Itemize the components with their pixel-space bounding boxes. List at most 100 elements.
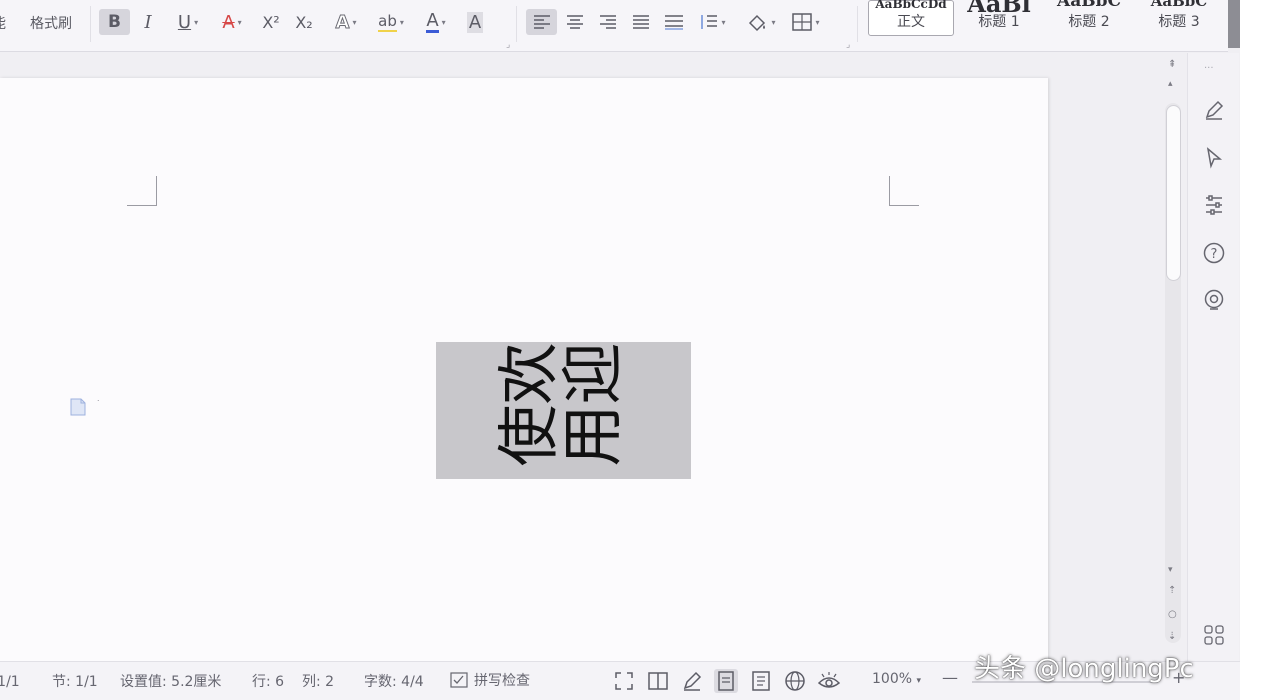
split-view-icon[interactable] (646, 669, 670, 693)
spellcheck-label: 拼写检查 (474, 673, 530, 689)
font-dialog-launcher-icon[interactable]: ⌟ (506, 40, 510, 50)
style-heading-3[interactable]: AaBbC 标题 3 (1136, 0, 1222, 36)
format-painter-partial-label: 能 (0, 13, 6, 33)
char-shading-glyph: A (466, 11, 484, 33)
margin-corner-mark (889, 176, 919, 206)
section-indicator: 节: 1/1 (52, 674, 98, 690)
help-icon[interactable]: ? (1202, 241, 1226, 265)
superscript-glyph: X² (262, 12, 280, 32)
word-count[interactable]: 字数: 4/4 (364, 671, 424, 691)
align-right-button[interactable] (597, 9, 619, 35)
web-view-globe-icon[interactable] (783, 669, 807, 693)
subscript-glyph: X₂ (295, 12, 313, 32)
chevron-down-icon: ▾ (771, 17, 776, 27)
style-name: 标题 2 (1068, 14, 1110, 30)
style-normal[interactable]: AaBbCcDd 正文 (868, 0, 954, 36)
pen-edit-icon[interactable] (1202, 98, 1226, 122)
strikethrough-glyph: A (222, 11, 235, 33)
ribbon-divider (90, 6, 91, 42)
anchor-document-icon[interactable] (69, 398, 87, 416)
zoom-level[interactable]: 100% ▾ (872, 671, 921, 687)
chevron-down-icon: ▾ (815, 17, 820, 27)
vertical-scrollbar[interactable]: ⇞ ▴ ▾ ⇡ ○ ⇣ (1161, 53, 1187, 661)
style-name: 标题 3 (1158, 14, 1200, 30)
style-gallery: AaBbCcDd 正文 AaBl 标题 1 AaBbC 标题 2 AaBbC 标… (868, 0, 1224, 38)
zoom-out-button[interactable]: — (942, 668, 958, 687)
svg-text:?: ? (1211, 247, 1218, 262)
scroll-top-icon[interactable]: ⇞ (1168, 59, 1176, 70)
apps-grid-icon[interactable] (1202, 623, 1226, 647)
chevron-down-icon: ▾ (916, 676, 922, 686)
position-indicator: 设置值: 5.2厘米 (120, 674, 222, 690)
scroll-up-icon[interactable]: ▴ (1168, 79, 1173, 89)
watermark-text: 头条 @longlingPc (974, 654, 1194, 684)
select-browse-object-icon[interactable]: ○ (1168, 609, 1177, 620)
format-painter-button[interactable]: 格式刷 (30, 13, 72, 33)
next-page-icon[interactable]: ⇣ (1168, 631, 1176, 642)
share-camera-icon[interactable] (1202, 288, 1226, 312)
chevron-down-icon: ▾ (237, 17, 242, 27)
bold-button[interactable]: B (99, 9, 130, 35)
highlight-button[interactable]: ab ▾ (372, 9, 410, 35)
right-side-panel: ··· ? (1187, 53, 1239, 661)
window-border (1240, 0, 1266, 700)
distributed-align-icon (665, 15, 683, 30)
paragraph-mark: ˙ (96, 400, 101, 410)
align-left-icon (533, 15, 550, 29)
justify-button[interactable] (630, 9, 652, 35)
align-left-button[interactable] (526, 9, 557, 35)
eye-protection-icon[interactable] (817, 669, 841, 693)
style-preview: AaBbCcDd (875, 0, 947, 11)
distributed-align-button[interactable] (662, 9, 686, 35)
scroll-thumb[interactable] (1166, 105, 1181, 281)
char-shading-button[interactable]: A (463, 9, 487, 35)
align-center-button[interactable] (564, 9, 586, 35)
document-page[interactable]: ˙ 欢迎使用 (0, 78, 1048, 678)
panel-collapse-icon[interactable]: ··· (1204, 63, 1214, 74)
underline-glyph: U (177, 11, 192, 33)
borders-button[interactable]: ▾ (788, 9, 824, 35)
text-effect-button[interactable]: A ▾ (328, 9, 364, 35)
textbox-text[interactable]: 欢迎使用 (495, 343, 632, 478)
paint-bucket-icon (749, 14, 766, 32)
document-workspace: ˙ 欢迎使用 (0, 53, 1160, 678)
vertical-textbox[interactable]: 欢迎使用 (436, 342, 691, 479)
italic-glyph: I (144, 11, 152, 33)
fullscreen-icon[interactable] (612, 669, 636, 693)
spellcheck-button[interactable]: 拼写检查 (450, 670, 530, 690)
align-center-icon (567, 15, 583, 29)
shading-button[interactable]: ▾ (742, 9, 780, 35)
font-color-button[interactable]: A ▾ (418, 9, 454, 35)
font-color-glyph: A (426, 10, 439, 33)
justify-icon (633, 15, 649, 29)
scroll-down-icon[interactable]: ▾ (1168, 565, 1173, 575)
chevron-down-icon: ▾ (441, 17, 446, 27)
window-edge (1228, 0, 1240, 48)
chevron-down-icon: ▾ (399, 17, 404, 27)
style-heading-2[interactable]: AaBbC 标题 2 (1044, 0, 1134, 36)
highlight-glyph: ab (378, 12, 397, 32)
write-mode-pen-icon[interactable] (680, 669, 704, 693)
underline-button[interactable]: U ▾ (170, 9, 206, 35)
subscript-button[interactable]: X₂ (291, 9, 317, 35)
superscript-button[interactable]: X² (258, 9, 284, 35)
style-preview: AaBbC (1057, 0, 1121, 11)
strikethrough-button[interactable]: A ▾ (214, 9, 250, 35)
chevron-down-icon: ▾ (352, 17, 357, 27)
tools-settings-icon[interactable] (1202, 193, 1226, 217)
paragraph-dialog-launcher-icon[interactable]: ⌟ (846, 40, 850, 50)
style-preview: AaBbC (1150, 0, 1208, 10)
select-cursor-icon[interactable] (1202, 146, 1226, 170)
page-indicator[interactable]: 页面: 1/1 (0, 671, 20, 691)
borders-icon (792, 13, 813, 31)
line-spacing-button[interactable]: ▾ (696, 9, 730, 35)
style-heading-1[interactable]: AaBl 标题 1 (956, 0, 1042, 36)
previous-page-icon[interactable]: ⇡ (1168, 585, 1176, 596)
outline-view-icon[interactable] (749, 669, 773, 693)
page-view-icon[interactable] (714, 669, 738, 693)
chevron-down-icon: ▾ (194, 17, 199, 27)
zoom-value: 100% (872, 671, 913, 687)
italic-button[interactable]: I (138, 9, 158, 35)
margin-corner-mark (127, 176, 157, 206)
style-name: 正文 (897, 14, 925, 30)
